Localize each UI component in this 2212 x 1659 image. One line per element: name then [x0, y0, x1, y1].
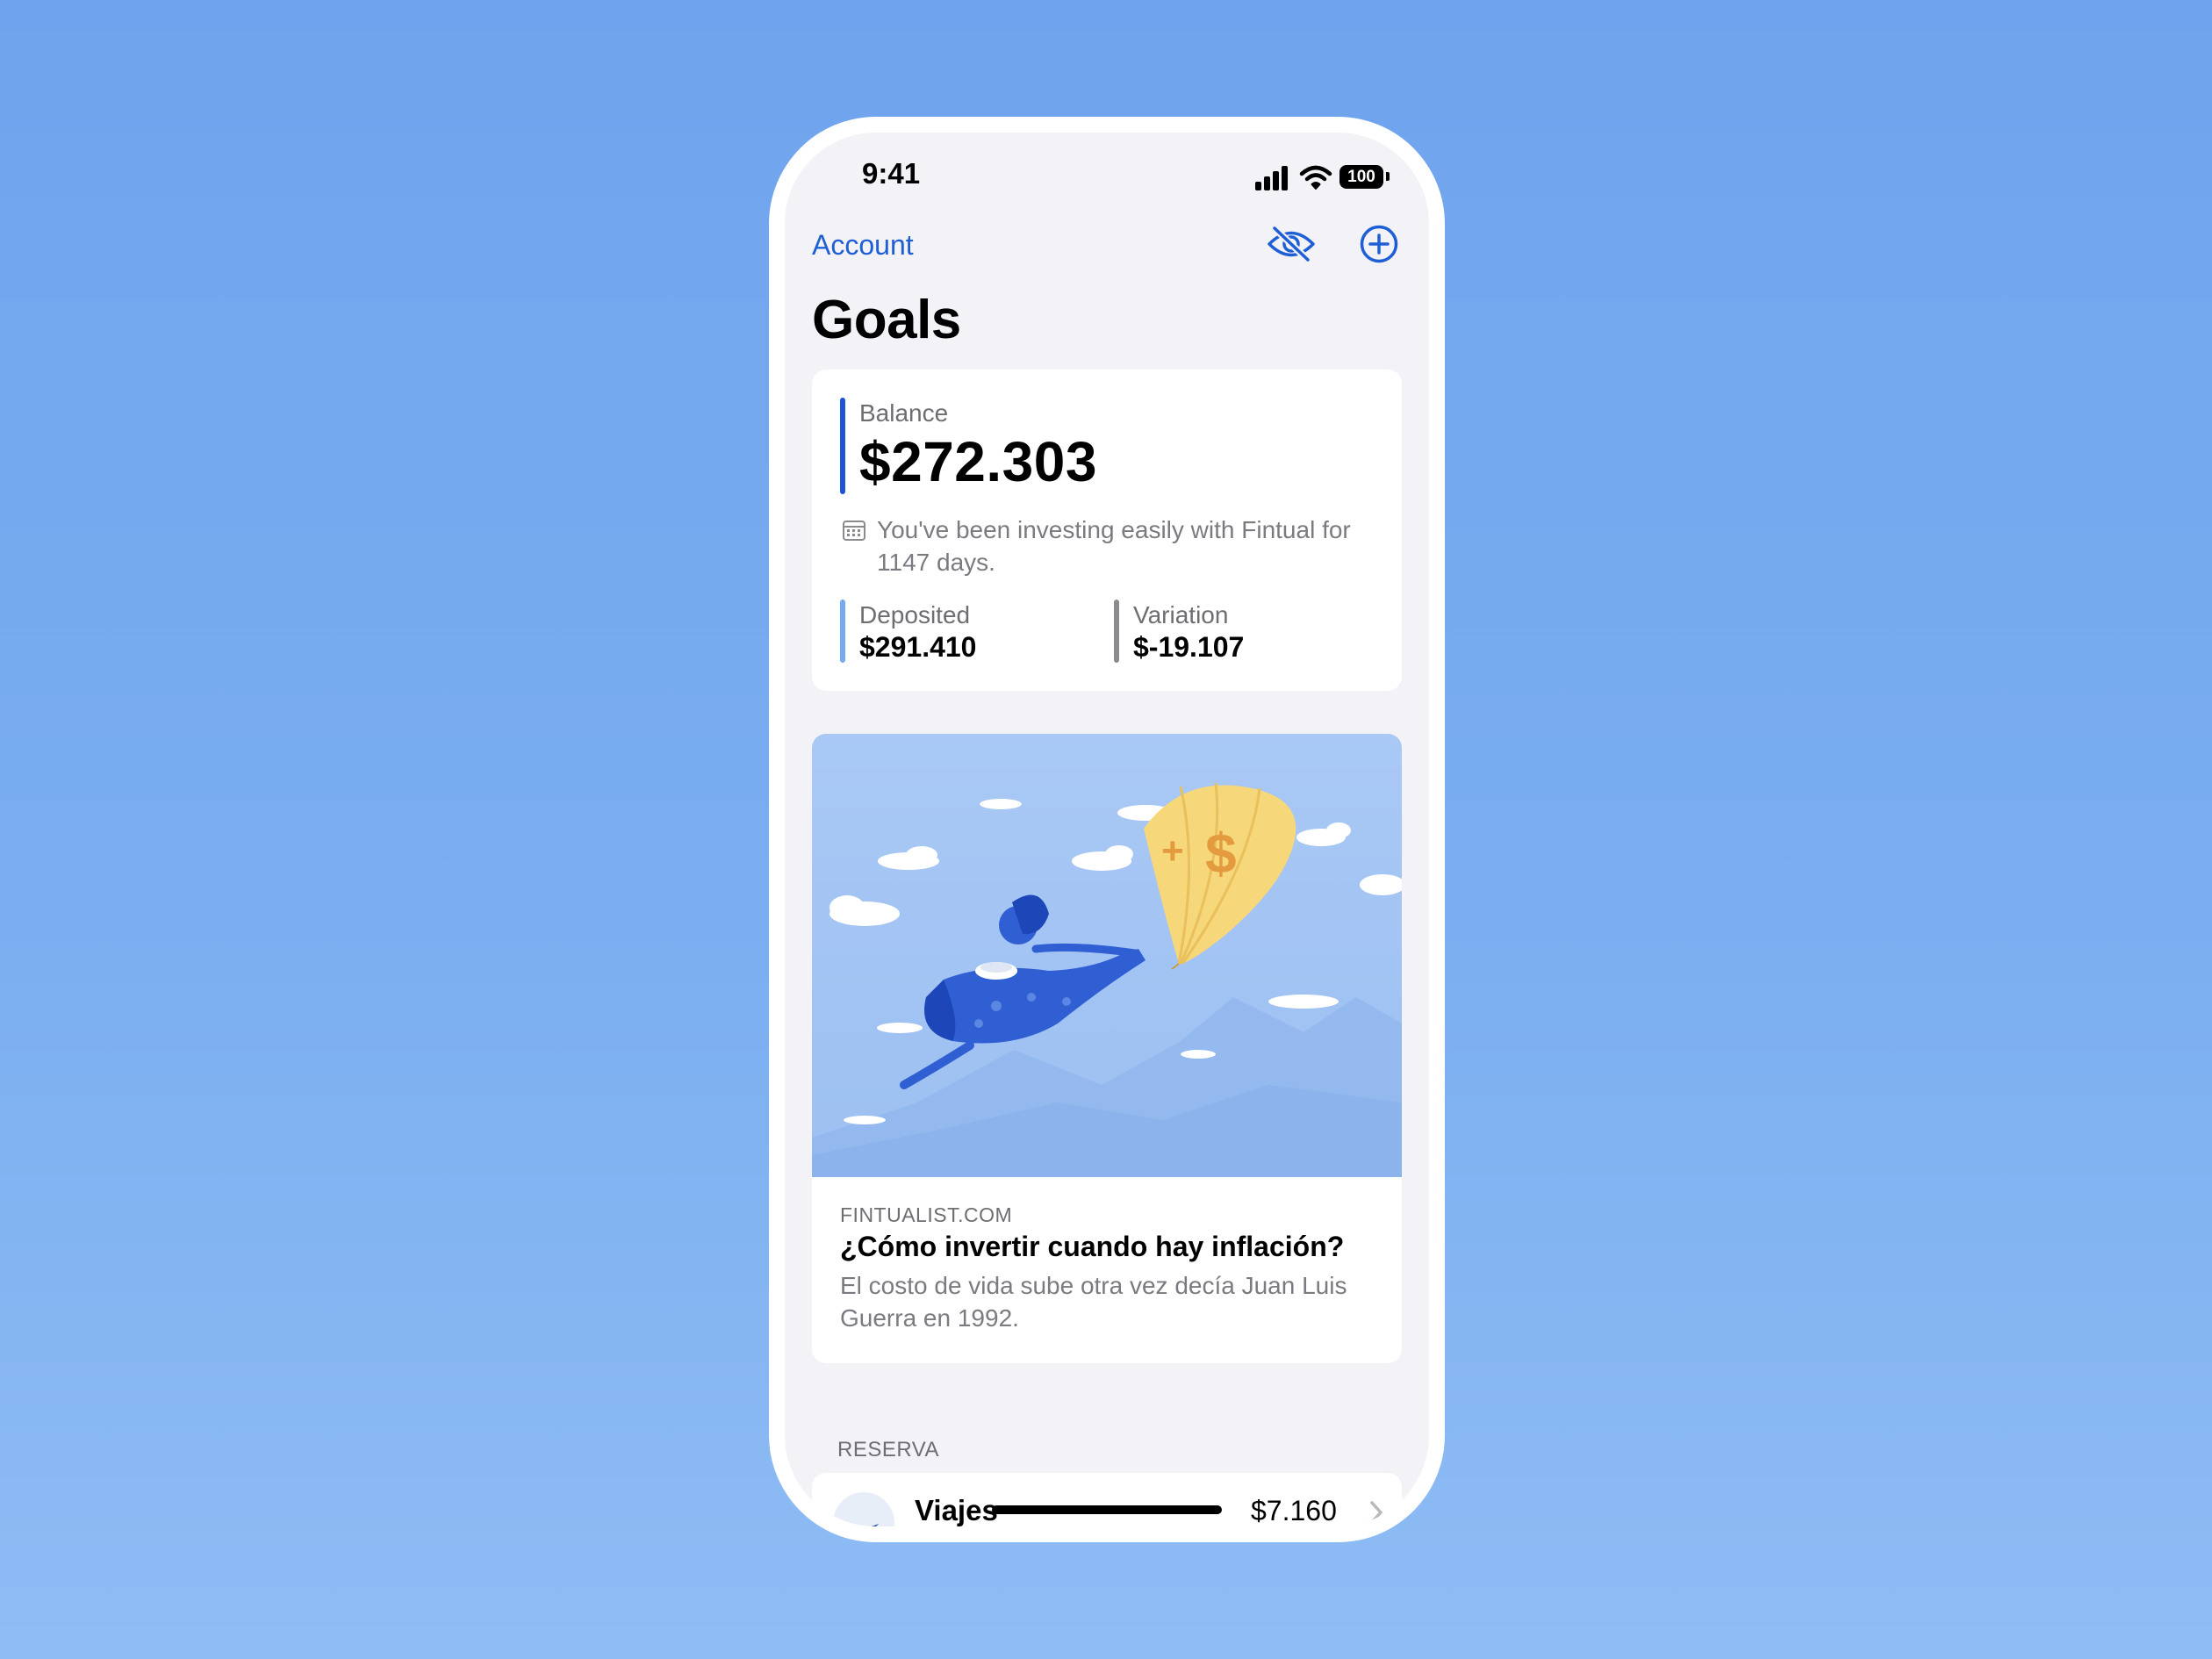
- plus-circle-icon[interactable]: [1359, 224, 1399, 264]
- goal-name: Viajes: [915, 1494, 998, 1526]
- balance-card[interactable]: Balance $272.303 You've been investing e…: [812, 370, 1402, 691]
- paper-plane-icon: [871, 1524, 879, 1526]
- page-title: Goals: [812, 290, 961, 350]
- variation-accent-bar: [1114, 600, 1119, 663]
- article-description: El costo de vida sube otra vez decía Jua…: [840, 1272, 1347, 1332]
- article-title: ¿Cómo invertir cuando hay inflación?: [840, 1231, 1345, 1262]
- phone-frame: 9:41 100 Account Goals Balance $272.303 …: [769, 117, 1445, 1542]
- section-header-reserva: RESERVA: [837, 1438, 939, 1462]
- balance-value: $272.303: [859, 430, 1097, 493]
- deposited-accent-bar: [840, 600, 845, 663]
- status-time: 9:41: [862, 157, 921, 190]
- battery-icon: 100: [1339, 165, 1383, 189]
- variation-label: Variation: [1133, 601, 1229, 628]
- home-indicator[interactable]: [992, 1505, 1222, 1514]
- goal-avatar: [833, 1492, 894, 1526]
- balance-label: Balance: [859, 399, 949, 427]
- article-card[interactable]: $ + FINTUALIST.COM ¿Cómo invertir cuando…: [812, 734, 1402, 1363]
- article-illustration: $ +: [812, 734, 1402, 1177]
- calendar-icon: [843, 521, 865, 541]
- battery-tip: [1386, 172, 1390, 181]
- balance-accent-bar: [840, 398, 845, 494]
- svg-text:$: $: [1205, 822, 1237, 885]
- variation-value: $-19.107: [1133, 631, 1245, 663]
- goal-amount: $7.160: [1251, 1495, 1337, 1526]
- chevron-right-icon: [1370, 1501, 1382, 1524]
- deposited-value: $291.410: [859, 631, 977, 663]
- deposited-label: Deposited: [859, 601, 971, 628]
- svg-text:+: +: [1161, 830, 1184, 873]
- investing-duration-note: You've been investing easily with Fintua…: [877, 516, 1351, 576]
- article-source: FINTUALIST.COM: [840, 1203, 1013, 1226]
- app-screen: 9:41 100 Account Goals Balance $272.303 …: [785, 133, 1429, 1526]
- wifi-icon: [1299, 165, 1332, 190]
- account-back-button[interactable]: Account: [812, 229, 914, 262]
- goal-row-viajes[interactable]: Viajes $7.160: [812, 1473, 1402, 1526]
- signal-icon: [1255, 164, 1290, 190]
- eye-slash-icon[interactable]: [1266, 224, 1317, 264]
